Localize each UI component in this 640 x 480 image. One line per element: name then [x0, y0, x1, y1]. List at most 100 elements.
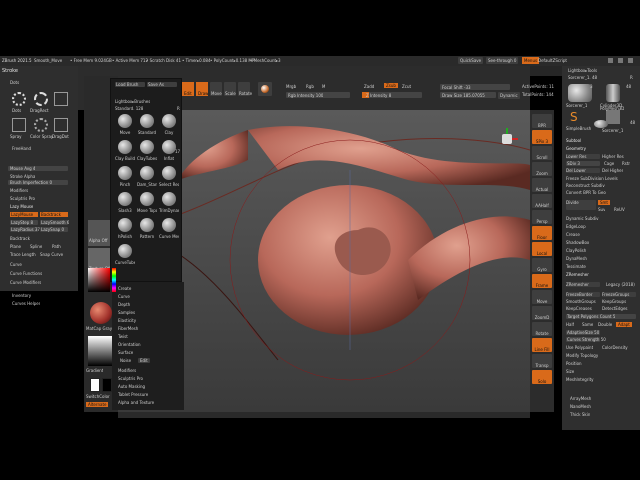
hue-slider[interactable] — [112, 268, 116, 292]
dragrect-stroke-icon[interactable] — [34, 92, 48, 106]
zsub-toggle[interactable]: Zsub — [384, 83, 398, 88]
plane-button[interactable]: Plane — [10, 244, 21, 249]
alternate-button[interactable]: Alternate — [86, 402, 109, 407]
switch-color-button[interactable]: SwitchColor — [86, 394, 110, 399]
brush-move[interactable]: Move — [115, 113, 135, 137]
shelf-persp[interactable]: Persp — [532, 210, 552, 224]
brush-claytubes[interactable]: ClayTubes — [137, 139, 157, 163]
move-button[interactable]: Move — [210, 82, 222, 96]
colorspray-stroke-icon[interactable] — [34, 118, 48, 132]
dynamic-toggle[interactable]: Dynamic — [498, 92, 520, 99]
gizmo-icon[interactable] — [498, 128, 518, 148]
section-modifiers[interactable]: Modifiers — [118, 368, 182, 376]
section-curve[interactable]: Curve — [118, 294, 182, 302]
lazyradius-slider[interactable]: LazyRadius 37 — [10, 227, 40, 232]
dots-stroke-icon[interactable] — [12, 92, 26, 106]
target-polygons-slider[interactable]: Target Polygons Count 5 — [566, 314, 636, 319]
reconstruct-subdiv-button[interactable]: Reconstruct Subdiv — [566, 183, 605, 188]
sorcerer-thumb-small[interactable] — [594, 120, 608, 128]
section-tablet-pressure[interactable]: Tablet Pressure — [118, 392, 182, 400]
lazysmooth-slider[interactable]: LazySmooth 6 — [40, 220, 69, 225]
position-section[interactable]: Position — [566, 361, 582, 366]
suv-toggle[interactable]: Suv — [598, 207, 605, 212]
section-auto-masking[interactable]: Auto Masking — [118, 384, 182, 392]
lazystep-slider[interactable]: LazyStep 8 — [10, 220, 38, 225]
freezegroups-toggle[interactable]: FreezeGroups — [602, 292, 636, 297]
higher-res-button[interactable]: Higher Res — [602, 154, 624, 159]
curve-functions-section[interactable]: Curve Functions — [10, 271, 42, 276]
freezeborder-toggle[interactable]: FreezeBorder — [566, 292, 600, 297]
shelf-solo[interactable]: Solo — [532, 370, 552, 384]
default-zscript-button[interactable]: DefaultZScript — [538, 58, 567, 63]
crease-section[interactable]: Crease — [566, 232, 580, 237]
adaptive-size-slider[interactable]: AdaptiveSize 50 — [566, 330, 600, 335]
secondary-color-swatch[interactable] — [102, 378, 112, 392]
maximize-icon[interactable] — [618, 58, 623, 63]
menus-toggle[interactable]: Menus — [522, 57, 540, 64]
spline-button[interactable]: Spline — [30, 244, 42, 249]
brush-clay[interactable]: Clay — [159, 113, 179, 137]
tool-thumb-sorcerer[interactable] — [568, 84, 592, 102]
section-samples[interactable]: Samples — [118, 310, 182, 318]
dynamic-subdiv-section[interactable]: Dynamic Subdiv — [566, 216, 599, 221]
keepcreases-toggle[interactable]: KeepCreases — [566, 306, 592, 311]
adapt-toggle[interactable]: Adapt — [616, 322, 632, 327]
m-toggle[interactable]: M — [322, 84, 325, 89]
mesh-integrity-section[interactable]: MeshIntegrity — [566, 377, 594, 382]
zremesher-section[interactable]: ZRemesher — [566, 272, 589, 277]
shelf-line-fill[interactable]: Line Fill — [532, 338, 552, 352]
rgb-toggle[interactable]: Rgb — [306, 84, 314, 89]
quicksave-button[interactable]: QuickSave — [458, 57, 484, 64]
use-polypaint-toggle[interactable]: Use Polypaint — [566, 345, 593, 350]
dynamesh-section[interactable]: DynaMesh — [566, 256, 587, 261]
geometry-section[interactable]: Geometry — [566, 146, 586, 151]
see-through-slider[interactable]: See-through 0 — [486, 57, 519, 64]
gradient-swatch[interactable] — [88, 336, 114, 366]
brush-select-rect[interactable]: Select Rect — [159, 165, 179, 189]
draw-button[interactable]: Draw — [196, 82, 208, 96]
curves-helper-section[interactable]: Curves Helper — [12, 301, 40, 306]
shelf-transp[interactable]: Transp — [532, 354, 552, 368]
detectedges-toggle[interactable]: DetectEdges — [602, 306, 628, 311]
section-twist[interactable]: Twist — [118, 334, 182, 342]
shelf-floor[interactable]: Floor — [532, 226, 552, 240]
spray-stroke-icon[interactable] — [12, 118, 26, 132]
brush-dam-standard[interactable]: Dam_Standard — [137, 165, 157, 189]
shelf-scroll[interactable]: Scroll — [532, 146, 552, 160]
color-density-slider[interactable]: ColorDensity — [602, 345, 628, 350]
del-higher-button[interactable]: Del Higher — [602, 168, 623, 173]
minimize-icon[interactable] — [608, 58, 613, 63]
shelf-local[interactable]: Local — [532, 242, 552, 256]
subtool-section[interactable]: Subtool — [566, 138, 581, 143]
brush-trimdynamic[interactable]: TrimDynamic — [159, 191, 179, 215]
section-fibermesh[interactable]: FiberMesh — [118, 326, 182, 334]
modifiers-section[interactable]: Modifiers — [10, 188, 28, 193]
convert-bpr-button[interactable]: Convert BPR To Geo — [566, 190, 606, 195]
brush-pinch[interactable]: Pinch — [115, 165, 135, 189]
shadowbox-section[interactable]: ShadowBox — [566, 240, 589, 245]
smoothgroups-slider[interactable]: SmoothGroups — [566, 299, 596, 304]
lazysnap-slider[interactable]: LazySnap 0 — [40, 227, 68, 232]
save-as-button[interactable]: Save As — [147, 82, 177, 87]
main-color-swatch[interactable] — [90, 378, 100, 392]
modify-topology-section[interactable]: Modify Topology — [566, 353, 598, 358]
material-thumb[interactable] — [90, 302, 112, 324]
lightbox-brushes[interactable]: Lightbox▸Brushes — [115, 99, 150, 104]
section-elasticity[interactable]: Elasticity — [118, 318, 182, 326]
mouse-avg-slider[interactable]: Mouse Avg 4 — [8, 166, 68, 171]
section-create[interactable]: Create — [118, 286, 182, 294]
curve-modifiers-section[interactable]: Curve Modifiers — [10, 280, 41, 285]
shelf-gyro[interactable]: Gyro — [532, 258, 552, 272]
trace-length[interactable]: Trace Length — [10, 252, 36, 257]
edit-button[interactable]: Edit — [182, 82, 194, 96]
lower-res-button[interactable]: Lower Res — [566, 154, 600, 159]
shelf-bpr[interactable]: BPR — [532, 114, 552, 128]
thickskin-section[interactable]: Thick Skin — [570, 412, 590, 417]
sculptris-pro-section[interactable]: Sculptris Pro — [10, 196, 35, 201]
brush-clay-buildup[interactable]: Clay Buildup — [115, 139, 135, 163]
double-button[interactable]: Double — [598, 322, 612, 327]
lazy-mouse-section[interactable]: Lazy Mouse — [10, 204, 33, 209]
sdiv-slider[interactable]: SDiv 3 — [566, 161, 600, 166]
shelf-rotate[interactable]: Rotate — [532, 322, 552, 336]
shelf-aahalf[interactable]: AAHalf — [532, 194, 552, 208]
